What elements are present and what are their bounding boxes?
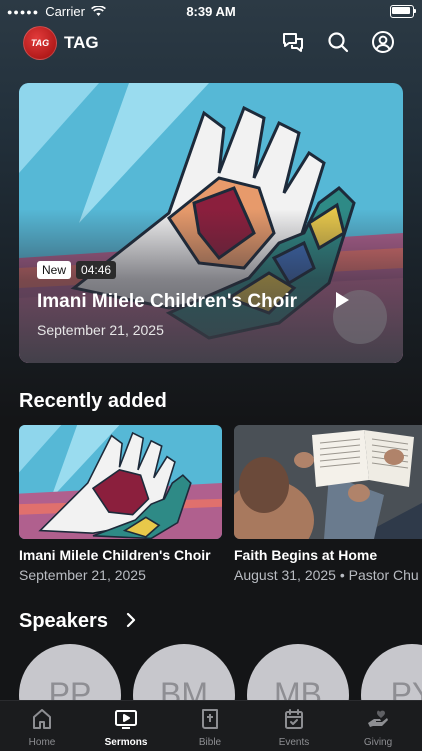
tab-label: Giving — [363, 737, 393, 748]
speaker-avatar[interactable]: MB — [247, 644, 349, 700]
play-button[interactable] — [333, 290, 387, 344]
status-bar: ●●●●● Carrier 8:39 AM — [0, 0, 422, 22]
speaker-avatar[interactable]: BM — [133, 644, 235, 700]
tab-giving[interactable]: Giving — [336, 705, 420, 748]
speakers-heading: Speakers — [19, 610, 108, 632]
speaker-avatar[interactable]: PP — [19, 644, 121, 700]
tab-label: Sermons — [104, 737, 148, 748]
featured-title: Imani Milele Children's Choir — [37, 291, 298, 312]
giving-hand-icon — [368, 710, 388, 727]
recently-added-heading: Recently added — [19, 390, 167, 412]
battery-icon — [390, 5, 416, 18]
sermon-card[interactable]: Faith Begins at Home August 31, 2025 • P… — [234, 425, 422, 583]
app-header: TAG TAG — [0, 26, 422, 62]
sermon-title: Faith Begins at Home — [234, 547, 378, 563]
tab-sermons[interactable]: Sermons — [84, 705, 168, 748]
duration-badge: 04:46 — [76, 261, 117, 279]
new-badge: New — [37, 261, 72, 279]
tv-play-icon — [115, 710, 137, 729]
hero-badges: New 04:46 — [37, 261, 117, 279]
speakers-list: PP BM MB PY — [0, 644, 422, 700]
app-title: TAG — [64, 33, 99, 52]
home-icon — [33, 709, 51, 729]
featured-sermon-card[interactable]: New 04:46 Imani Milele Children's Choir … — [19, 83, 403, 363]
tab-label: Events — [278, 737, 310, 748]
tab-label: Bible — [198, 737, 222, 748]
sermon-date: August 31, 2025 • Pastor Chu — [234, 567, 419, 583]
bible-icon — [202, 709, 218, 729]
tab-bar: Home Sermons Bible Events Giving — [0, 700, 422, 751]
sermon-title: Imani Milele Children's Choir — [19, 547, 211, 563]
clock: 8:39 AM — [186, 4, 236, 19]
search-icon[interactable] — [326, 30, 350, 54]
sermon-card[interactable]: Imani Milele Children's Choir September … — [19, 425, 222, 583]
church-logo[interactable]: TAG — [23, 26, 57, 60]
tab-label: Home — [28, 737, 56, 748]
tab-bible[interactable]: Bible — [168, 705, 252, 748]
tab-events[interactable]: Events — [252, 705, 336, 748]
sermon-thumbnail — [234, 425, 422, 539]
chevron-right-icon[interactable] — [124, 612, 138, 628]
profile-icon[interactable] — [371, 30, 395, 54]
tab-home[interactable]: Home — [0, 705, 84, 748]
chat-icon[interactable] — [281, 30, 305, 54]
speaker-avatar[interactable]: PY — [361, 644, 422, 700]
play-icon — [336, 292, 349, 308]
featured-date: September 21, 2025 — [37, 322, 164, 338]
sermon-date: September 21, 2025 — [19, 567, 146, 583]
sermon-thumbnail — [19, 425, 222, 539]
calendar-icon — [285, 709, 303, 729]
